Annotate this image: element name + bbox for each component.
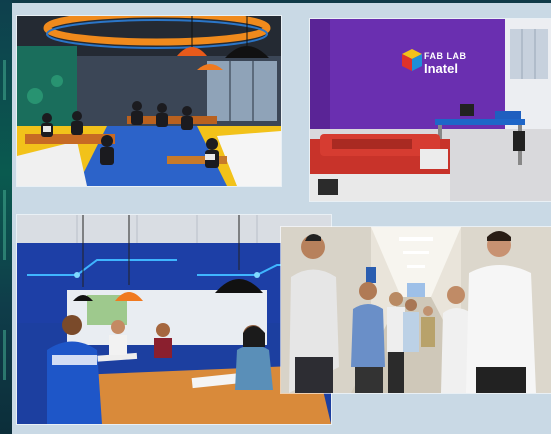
fab-lab-illustration [310, 19, 551, 201]
left-decorative-strip [0, 0, 12, 434]
group-hallway-illustration [281, 227, 551, 393]
strip-accent [3, 330, 6, 380]
group-hallway-photo [281, 227, 551, 393]
fab-lab-sign-line1: FAB LAB [424, 51, 467, 61]
coworking-space-photo [17, 16, 281, 186]
coworking-space-illustration [17, 16, 281, 186]
fab-lab-sign-line2: Inatel [424, 61, 458, 76]
strip-accent [3, 190, 6, 260]
fab-lab-photo: FAB LAB Inatel [310, 19, 551, 201]
strip-accent [3, 60, 6, 100]
